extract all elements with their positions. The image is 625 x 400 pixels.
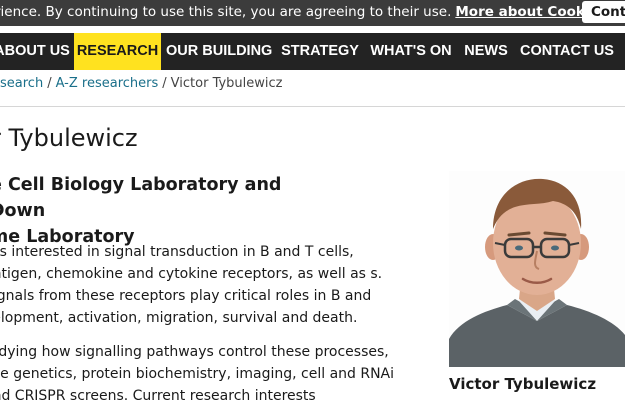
breadcrumb-separator: / (162, 76, 167, 91)
portrait-illustration (449, 171, 625, 367)
breadcrumb-a-z-researchers[interactable]: A-Z researchers (56, 76, 159, 91)
lab-title-line-1: e Cell Biology Laboratory and Down (0, 175, 282, 221)
bio-paragraph-2: tudying how signalling pathways control … (0, 344, 395, 400)
nav-item-about-us[interactable]: ABOUT US (0, 33, 70, 70)
breadcrumb-current: Victor Tybulewicz (170, 76, 283, 91)
bio-paragraph-1: s is interested in signal transduction i… (0, 244, 383, 326)
cookie-banner: rience. By continuing to use this site, … (0, 0, 625, 26)
bio-text: s is interested in signal transduction i… (0, 241, 414, 400)
nav-item-contact-us[interactable]: CONTACT US (519, 33, 615, 70)
nav-item-strategy[interactable]: STRATEGY (281, 33, 359, 70)
nav-item-news[interactable]: NEWS (463, 33, 509, 70)
page: rience. By continuing to use this site, … (0, 0, 625, 400)
page-title: r Tybulewicz (0, 124, 138, 152)
researcher-photo (449, 171, 625, 367)
nav-item-research[interactable]: RESEARCH (74, 33, 161, 70)
lab-title: e Cell Biology Laboratory and Down me La… (0, 172, 340, 250)
cookie-continue-button[interactable]: Conti (582, 1, 625, 23)
nav-item-our-building[interactable]: OUR BUILDING (166, 33, 272, 70)
main-nav: ABOUT US RESEARCH OUR BUILDING STRATEGY … (0, 33, 625, 70)
cookie-text-wrap: rience. By continuing to use this site, … (0, 0, 607, 24)
cookie-text: rience. By continuing to use this site, … (0, 4, 452, 20)
breadcrumb-research[interactable]: esearch (0, 76, 43, 91)
photo-caption: Victor Tybulewicz (449, 375, 597, 393)
breadcrumb: esearch/A-Z researchers/Victor Tybulewic… (0, 76, 283, 91)
divider (0, 106, 625, 107)
breadcrumb-separator: / (47, 76, 52, 91)
nav-item-whats-on[interactable]: WHAT'S ON (369, 33, 453, 70)
